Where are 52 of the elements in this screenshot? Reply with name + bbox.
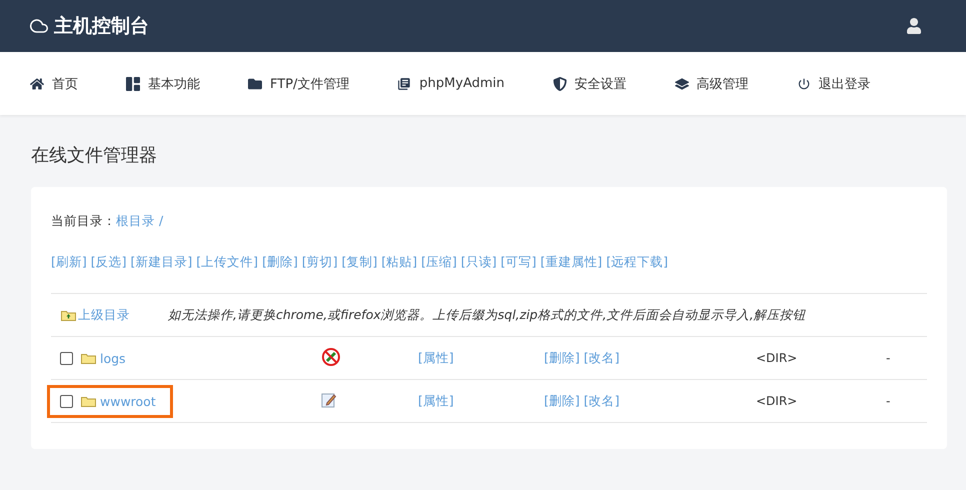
notice-text: 如无法操作,请更换chrome,或firefox浏览器。上传后缀为sql,zip格式的文件,文件后面会自动显示导入,解压按钮: [168, 306, 806, 324]
action-link[interactable]: [压缩]: [421, 254, 457, 271]
delete-link[interactable]: [删除]: [544, 392, 580, 410]
rename-link[interactable]: [改名]: [584, 392, 620, 410]
checkbox[interactable]: [60, 394, 73, 408]
folder-link[interactable]: wwwroot: [100, 394, 156, 408]
power-icon: [796, 76, 811, 90]
layers-icon: [674, 76, 689, 90]
action-link[interactable]: [远程下载]: [606, 254, 668, 271]
nav-link[interactable]: phpMyAdmin: [397, 76, 505, 91]
folder-icon: [81, 352, 96, 364]
home-icon: [30, 76, 44, 90]
delete-link[interactable]: [删除]: [544, 350, 580, 366]
cloud-icon: [30, 17, 48, 35]
action-link[interactable]: [重建属性]: [540, 254, 602, 271]
nav-link[interactable]: FTP/文件管理: [248, 74, 350, 92]
action-link[interactable]: [反选]: [90, 254, 127, 271]
books-icon: [397, 76, 412, 90]
action-link[interactable]: [只读]: [460, 254, 497, 271]
nav-link[interactable]: 安全设置: [552, 74, 627, 92]
attr-link[interactable]: [属性]: [418, 392, 454, 408]
size-text: -: [886, 394, 892, 408]
dir-path-link[interactable]: 根目录 /: [116, 213, 164, 230]
action-link[interactable]: [粘贴]: [381, 254, 418, 271]
action-link[interactable]: [刷新]: [51, 254, 87, 271]
action-link[interactable]: [上传文件]: [196, 254, 258, 271]
page-title: 在线文件管理器: [31, 144, 158, 167]
action-link[interactable]: [可写]: [500, 254, 536, 271]
action-link[interactable]: [新建目录]: [130, 254, 192, 271]
rename-link[interactable]: [改名]: [584, 350, 620, 366]
folder-icon: [248, 76, 262, 90]
current-dir-label: 当前目录：: [51, 213, 116, 230]
parent-dir-link[interactable]: 上级目录: [78, 306, 130, 324]
folder-link[interactable]: logs: [100, 350, 126, 366]
nav-link[interactable]: 退出登录: [796, 74, 871, 92]
type-text: <DIR>: [756, 351, 798, 365]
nav-link[interactable]: 基本功能: [126, 74, 200, 92]
app-title: 主机控制台: [54, 14, 149, 39]
action-link[interactable]: [复制]: [342, 254, 378, 271]
shield-icon: [552, 76, 567, 90]
type-text: <DIR>: [756, 394, 798, 408]
nav-link[interactable]: 高级管理: [674, 74, 749, 92]
action-link[interactable]: [删除]: [262, 254, 298, 271]
action-link[interactable]: [剪切]: [302, 254, 338, 271]
size-text: -: [886, 351, 892, 365]
nav-link[interactable]: 首页: [30, 74, 78, 92]
grid-icon: [126, 76, 140, 90]
checkbox[interactable]: [60, 352, 73, 364]
attr-link[interactable]: [属性]: [418, 350, 454, 364]
folder-up-icon: [61, 309, 76, 321]
user-icon[interactable]: [906, 18, 922, 34]
folder-icon: [81, 395, 96, 407]
